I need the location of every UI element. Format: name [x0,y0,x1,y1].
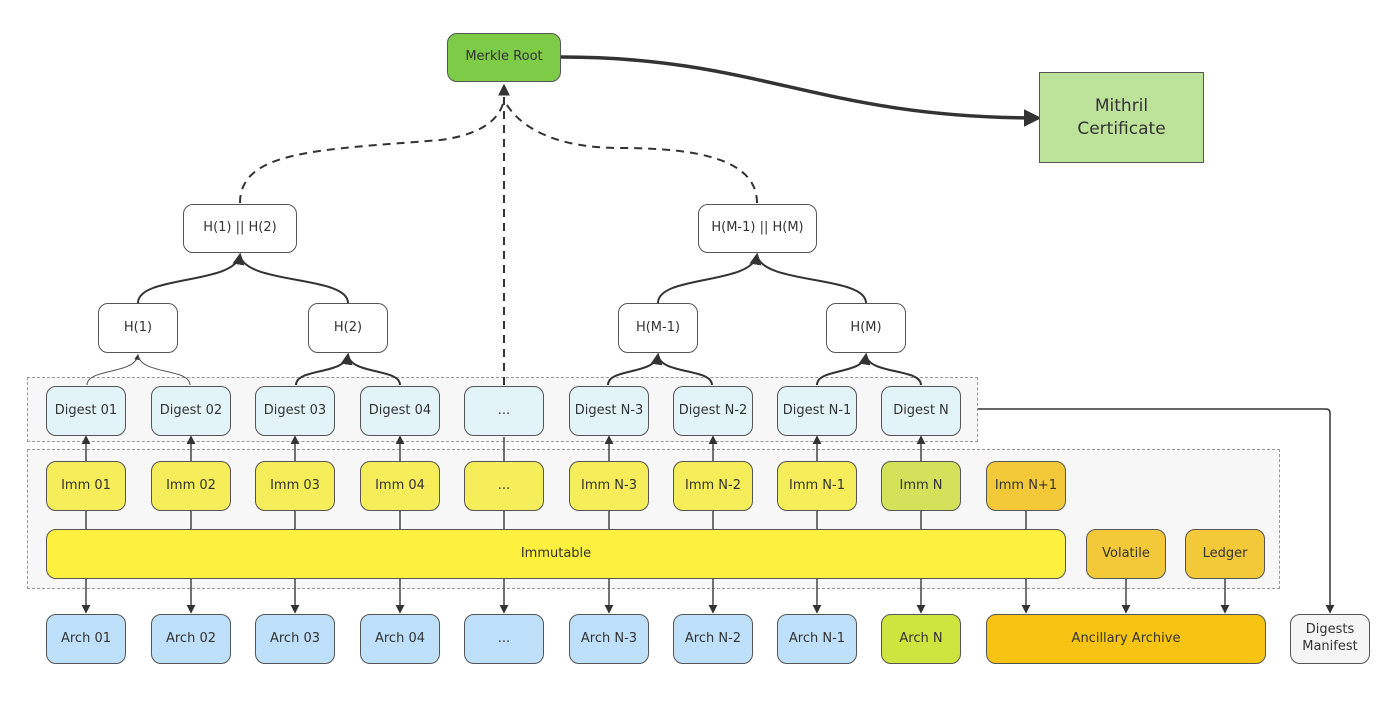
archive-node-label: Arch N [899,630,943,646]
imm-node-label: Imm 02 [166,477,216,493]
digest-node: Digest N [881,386,961,436]
manifest-label-line2: Manifest [1302,639,1358,654]
archive-node-label: Arch N-1 [788,630,846,646]
digest-node: Digest N-3 [569,386,649,436]
archive-node-label: Arch 03 [269,630,320,646]
digest-node-label: ... [497,402,511,418]
digest-node-label: Digest N-1 [782,402,852,418]
merkle-root-label: Merkle Root [465,49,543,65]
archive-node: Arch N [881,614,961,664]
digest-node: Digest 02 [151,386,231,436]
imm-node: Imm N-2 [673,461,753,511]
hash-node: H(1) [98,303,178,353]
archive-node: ... [464,614,544,664]
hash-node: H(M-1) [618,303,698,353]
imm-node-label: Imm N-2 [685,477,741,493]
archive-node: Arch N-3 [569,614,649,664]
digest-node-label: Digest 03 [263,402,327,418]
pair-left-to-root [239,99,505,204]
hash-node: H(2) [308,303,388,353]
hash-pair-node: H(M-1) || H(M) [698,204,817,253]
ancillary-label: Ancillary Archive [1071,630,1181,646]
archive-node: Arch N-2 [673,614,753,664]
digest-node-label: Digest N [893,402,949,418]
imm-node-label: Imm N+1 [994,477,1058,493]
imm-node-label: Imm N [899,477,943,493]
volatile-label: Volatile [1102,545,1150,561]
digest-node-label: Digest 01 [54,402,118,418]
archive-node: Arch 02 [151,614,231,664]
digest-node-label: Digest 02 [159,402,223,418]
archive-node-label: Arch 02 [165,630,216,646]
digest-node: ... [464,386,544,436]
digest-node: Digest N-1 [777,386,857,436]
hash-label: H(1) [123,319,153,335]
manifest-label-line1: Digests [1305,622,1355,638]
imm-node: Imm N [881,461,961,511]
root-to-certificate-arrow [560,55,1042,127]
digest-node: Digest N-2 [673,386,753,436]
imm-node: Imm 03 [255,461,335,511]
certificate-label-line2: Certificate [1077,118,1166,139]
immutable-label: Immutable [520,545,592,561]
diagram-canvas: Merkle Root Mithril Certificate H(1) || … [0,0,1390,719]
mithril-certificate-node: Mithril Certificate [1039,72,1204,163]
imm-node-label: Imm N-3 [581,477,637,493]
archive-node-label: Arch 01 [60,630,111,646]
imm-node: Imm 04 [360,461,440,511]
hash-label: H(M) [850,319,882,335]
ledger-label: Ledger [1202,545,1248,561]
hash-label: H(M-1) [635,319,681,335]
imm-node-label: Imm 01 [61,477,111,493]
digest-node: Digest 01 [46,386,126,436]
imm-node: Imm N+1 [986,461,1066,511]
imm-node-label: ... [497,477,511,493]
imm-node-label: Imm 04 [375,477,425,493]
ancillary-archive-node: Ancillary Archive [986,614,1266,664]
imm-node: Imm N-3 [569,461,649,511]
volatile-store: Volatile [1086,529,1166,579]
hash-pair-node: H(1) || H(2) [183,204,297,253]
hash-pair-label: H(M-1) || H(M) [711,220,804,236]
digest-node: Digest 03 [255,386,335,436]
imm-node: ... [464,461,544,511]
archive-node: Arch N-1 [777,614,857,664]
hash-node: H(M) [826,303,906,353]
imm-node-label: Imm N-1 [789,477,845,493]
digest-node-label: Digest 04 [368,402,432,418]
digests-manifest-node: Digests Manifest [1290,614,1370,664]
hash-pair-label: H(1) || H(2) [203,220,277,236]
archive-node-label: Arch 04 [374,630,425,646]
archive-node: Arch 04 [360,614,440,664]
imm-node-label: Imm 03 [270,477,320,493]
imm-node: Imm 02 [151,461,231,511]
digest-node: Digest 04 [360,386,440,436]
hash-label: H(2) [333,319,363,335]
archive-node: Arch 01 [46,614,126,664]
archive-node: Arch 03 [255,614,335,664]
digest-node-label: Digest N-2 [678,402,748,418]
pair-right-to-root [503,99,758,204]
ledger-store: Ledger [1185,529,1265,579]
archive-node-label: Arch N-3 [580,630,638,646]
digest-node-label: Digest N-3 [574,402,644,418]
merkle-root-node: Merkle Root [447,33,561,82]
imm-node: Imm N-1 [777,461,857,511]
immutable-store: Immutable [46,529,1066,579]
archive-node-label: ... [497,630,511,646]
certificate-label-line1: Mithril [1094,96,1149,117]
archive-node-label: Arch N-2 [684,630,742,646]
imm-node: Imm 01 [46,461,126,511]
